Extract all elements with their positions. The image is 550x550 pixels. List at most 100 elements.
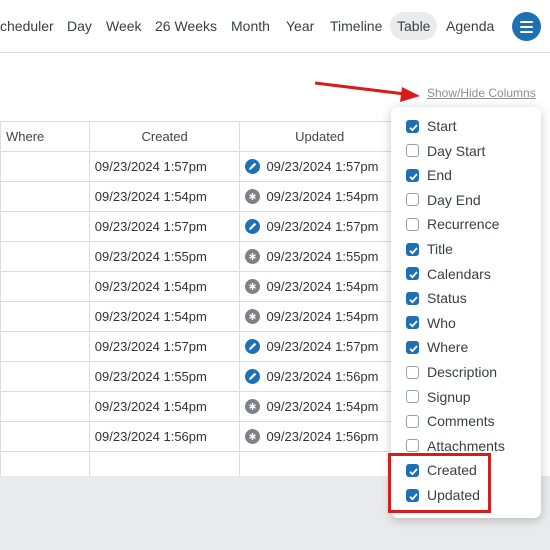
column-toggle-where[interactable]: Where: [406, 337, 468, 357]
column-toggle-comments[interactable]: Comments: [406, 411, 495, 431]
cell-updated: 09/23/2024 1:54pm: [239, 391, 400, 422]
nav-26-weeks[interactable]: 26 Weeks: [155, 0, 217, 52]
cell-updated: 09/23/2024 1:56pm: [239, 361, 400, 392]
table-row[interactable]: 09/23/2024 1:54pm 09/23/2024 1:54pm: [0, 391, 400, 422]
nav-agenda[interactable]: Agenda: [446, 0, 494, 52]
column-toggle-calendars[interactable]: Calendars: [406, 264, 491, 284]
asterisk-icon: [245, 309, 261, 324]
cell-created: 09/23/2024 1:54pm: [88, 271, 241, 302]
nav-table[interactable]: Table: [390, 12, 438, 40]
checkbox-icon[interactable]: [406, 414, 419, 428]
cell-updated: 09/23/2024 1:57pm: [239, 331, 400, 362]
created-value: 09/23/2024 1:54pm: [94, 399, 207, 414]
checkbox-icon[interactable]: [406, 242, 419, 256]
nav-week[interactable]: Week: [106, 0, 142, 52]
cell-where: [0, 301, 90, 332]
updated-value: 09/23/2024 1:57pm: [266, 219, 379, 234]
column-toggle-description[interactable]: Description: [406, 362, 497, 382]
checkbox-icon[interactable]: [406, 168, 419, 182]
updated-value: 09/23/2024 1:56pm: [266, 429, 379, 444]
table-body: 09/23/2024 1:57pm 09/23/2024 1:57pm 09/23/…: [0, 151, 400, 482]
hamburger-menu-button[interactable]: [512, 12, 541, 41]
cell-created: 09/23/2024 1:54pm: [88, 301, 241, 332]
column-toggle-label: Status: [427, 290, 467, 307]
table-row[interactable]: 09/23/2024 1:55pm 09/23/2024 1:55pm: [0, 241, 400, 272]
column-toggle-label: Day Start: [427, 142, 486, 159]
column-toggle-signup[interactable]: Signup: [406, 387, 471, 407]
cell-where: [0, 151, 90, 182]
show-hide-columns-link[interactable]: Show/Hide Columns: [427, 86, 536, 100]
table-row[interactable]: 09/23/2024 1:57pm 09/23/2024 1:57pm: [0, 151, 400, 182]
column-toggle-day-end[interactable]: Day End: [406, 190, 481, 210]
column-toggle-end[interactable]: End: [406, 165, 452, 185]
created-value: 09/23/2024 1:55pm: [94, 249, 207, 264]
created-value: 09/23/2024 1:57pm: [94, 339, 207, 354]
nav-scheduler[interactable]: cheduler: [0, 0, 54, 52]
table-row[interactable]: 09/23/2024 1:56pm 09/23/2024 1:56pm: [0, 421, 400, 452]
column-toggle-label: Where: [427, 339, 469, 356]
column-toggle-recurrence[interactable]: Recurrence: [406, 214, 499, 234]
cell-updated: 09/23/2024 1:55pm: [239, 241, 400, 272]
table-row[interactable]: 09/23/2024 1:54pm 09/23/2024 1:54pm: [0, 271, 400, 302]
checkbox-icon[interactable]: [406, 316, 419, 330]
column-header-where[interactable]: Where: [0, 121, 90, 152]
column-toggle-label: Day End: [427, 191, 481, 208]
annotation-highlight-box: [388, 453, 491, 513]
cell-where: [0, 211, 90, 242]
created-value: 09/23/2024 1:57pm: [94, 159, 207, 174]
checkbox-icon[interactable]: [406, 267, 419, 281]
pencil-edit-icon: [245, 369, 261, 384]
table-row[interactable]: 09/23/2024 1:57pm 09/23/2024 1:57pm: [0, 331, 400, 362]
checkbox-icon[interactable]: [406, 439, 419, 453]
cell-updated: 09/23/2024 1:57pm: [239, 151, 400, 182]
view-nav-bar: cheduler Day Week 26 Weeks Month Year Ti…: [0, 0, 550, 53]
cell-updated: 09/23/2024 1:54pm: [239, 181, 400, 212]
checkbox-icon[interactable]: [406, 340, 419, 354]
table-row[interactable]: 09/23/2024 1:54pm 09/23/2024 1:54pm: [0, 181, 400, 212]
column-header-updated[interactable]: Updated: [239, 121, 400, 152]
column-toggle-start[interactable]: Start: [406, 116, 457, 136]
column-header-created[interactable]: Created: [88, 121, 241, 152]
asterisk-icon: [245, 279, 261, 294]
column-toggle-day-start[interactable]: Day Start: [406, 141, 485, 161]
column-toggle-status[interactable]: Status: [406, 288, 467, 308]
pencil-edit-icon: [245, 219, 261, 234]
nav-day[interactable]: Day: [67, 0, 92, 52]
nav-month[interactable]: Month: [231, 0, 270, 52]
updated-value: 09/23/2024 1:56pm: [266, 369, 379, 384]
column-toggle-who[interactable]: Who: [406, 313, 456, 333]
checkbox-icon[interactable]: [406, 365, 419, 379]
column-toggle-label: Title: [427, 241, 453, 257]
checkbox-icon[interactable]: [406, 291, 419, 305]
nav-timeline[interactable]: Timeline: [330, 0, 382, 52]
updated-value: 09/23/2024 1:57pm: [266, 339, 379, 354]
events-table-container: Where Created Updated 09/23/2024 1:57pm 0…: [0, 121, 400, 482]
pencil-edit-icon: [245, 159, 261, 174]
cell-created: 09/23/2024 1:57pm: [88, 211, 241, 242]
cell-where: [0, 271, 90, 302]
asterisk-icon: [245, 399, 261, 414]
cell-where: [0, 391, 90, 422]
table-row[interactable]: 09/23/2024 1:57pm 09/23/2024 1:57pm: [0, 211, 400, 242]
cell-where: [0, 181, 90, 212]
cell-where: [0, 241, 90, 272]
hamburger-icon: [520, 21, 533, 23]
checkbox-icon[interactable]: [406, 144, 419, 158]
checkbox-icon[interactable]: [406, 390, 419, 404]
column-toggle-label: Start: [427, 118, 457, 134]
nav-year[interactable]: Year: [286, 0, 314, 52]
created-value: 09/23/2024 1:57pm: [94, 219, 207, 234]
updated-value: 09/23/2024 1:54pm: [266, 279, 379, 294]
table-row[interactable]: 09/23/2024 1:54pm 09/23/2024 1:54pm: [0, 301, 400, 332]
cell-updated: 09/23/2024 1:54pm: [239, 301, 400, 332]
cell-created: 09/23/2024 1:54pm: [88, 391, 241, 422]
created-value: 09/23/2024 1:54pm: [94, 279, 207, 294]
checkbox-icon[interactable]: [406, 119, 419, 133]
table-row[interactable]: 09/23/2024 1:55pm 09/23/2024 1:56pm: [0, 361, 400, 392]
checkbox-icon[interactable]: [406, 193, 419, 207]
column-toggle-title[interactable]: Title: [406, 239, 453, 259]
checkbox-icon[interactable]: [406, 217, 419, 231]
created-value: 09/23/2024 1:56pm: [94, 429, 207, 444]
cell-created: 09/23/2024 1:57pm: [88, 151, 241, 182]
updated-value: 09/23/2024 1:55pm: [266, 249, 379, 264]
